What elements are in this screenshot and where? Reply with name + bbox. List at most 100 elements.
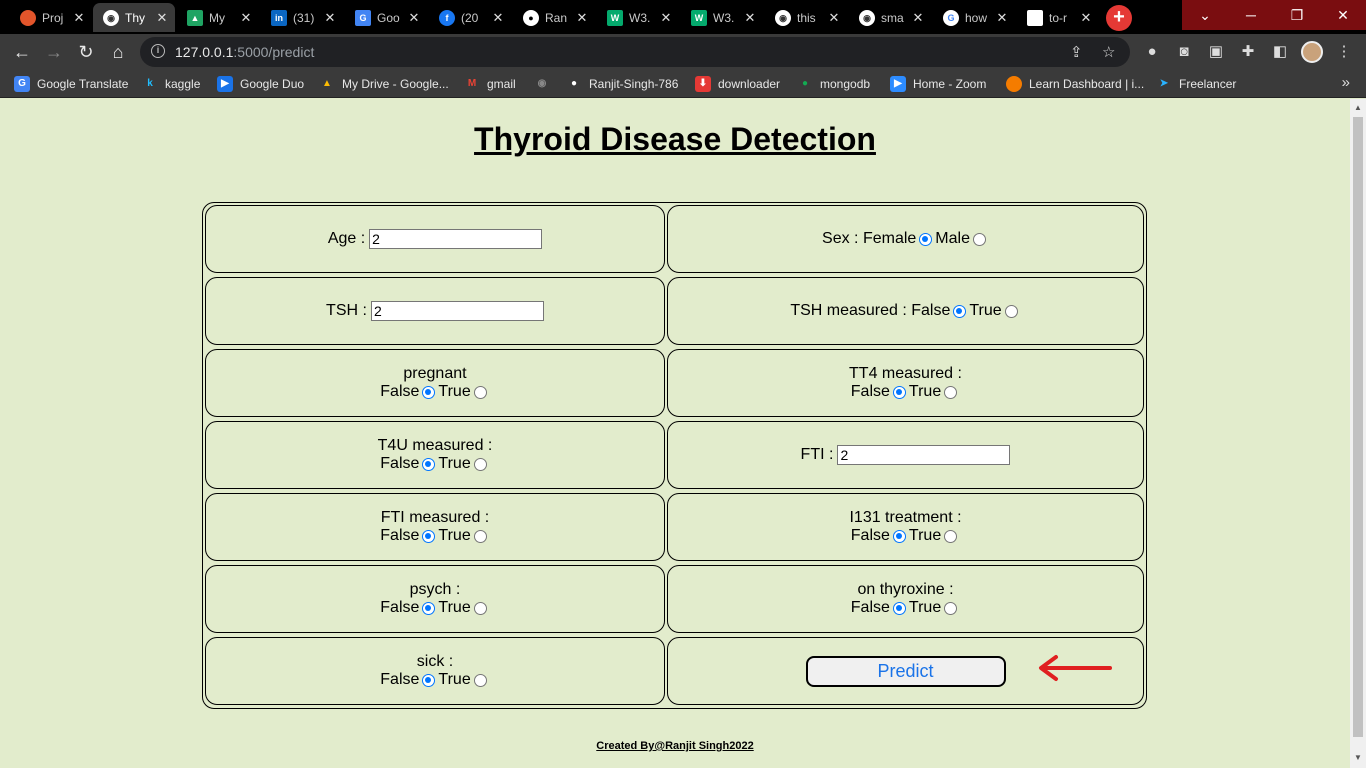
scroll-down-icon[interactable]: ▼	[1354, 753, 1362, 762]
bookmark-github[interactable]: ● Ranjit-Singh-786	[566, 76, 678, 92]
new-tab-button[interactable]: +	[1106, 5, 1132, 31]
share-icon[interactable]: ⇪	[1070, 43, 1083, 61]
camera-icon[interactable]: ◙	[1174, 42, 1194, 62]
psych-false-radio[interactable]	[422, 601, 436, 615]
browser-toolbar: ← → ↻ ⌂ i 127.0.0.1:5000/predict ⇪ ☆ ● ◙…	[0, 34, 1366, 70]
bookmark-globe[interactable]: ◉	[534, 76, 557, 92]
close-icon[interactable]: ✕	[491, 10, 505, 26]
tab-proj[interactable]: Proj ✕	[10, 3, 92, 32]
tab-facebook[interactable]: f (20 ✕	[429, 3, 511, 32]
tab-this[interactable]: ◉ this ✕	[765, 3, 847, 32]
bookmark-downloader[interactable]: ⬇ downloader	[695, 76, 780, 92]
address-bar[interactable]: i 127.0.0.1:5000/predict ⇪ ☆	[140, 37, 1130, 67]
bookmark-my-drive[interactable]: ▲ My Drive - Google...	[319, 76, 449, 92]
site-info-icon[interactable]: i	[151, 44, 165, 58]
extension-box-icon[interactable]: ▣	[1206, 42, 1226, 62]
tsh-cell: TSH :	[205, 277, 665, 345]
tab-my-drive[interactable]: ▲ My ✕	[177, 3, 259, 32]
tab-sma[interactable]: ◉ sma ✕	[849, 3, 931, 32]
back-icon[interactable]: ←	[10, 40, 34, 64]
tab-linkedin[interactable]: in (31) ✕	[261, 3, 343, 32]
close-icon[interactable]: ✕	[827, 10, 841, 26]
downloader-icon: ⬇	[695, 76, 711, 92]
forward-icon[interactable]: →	[42, 40, 66, 64]
pregnant-false-radio[interactable]	[422, 385, 436, 399]
sick-false-radio[interactable]	[422, 673, 436, 687]
pregnant-label: pregnant	[403, 365, 467, 382]
restore-icon[interactable]: ❐	[1274, 0, 1320, 30]
t4u-measured-true-radio[interactable]	[473, 457, 487, 471]
close-icon[interactable]: ✕	[239, 10, 253, 26]
fti-input[interactable]	[837, 445, 1011, 465]
bookmark-freelancer[interactable]: ➤ Freelancer	[1156, 76, 1237, 92]
close-icon[interactable]: ✕	[911, 10, 925, 26]
tab-thyroid[interactable]: ◉ Thy ✕	[93, 3, 175, 32]
bookmark-gmail[interactable]: Mgmail	[464, 76, 516, 92]
close-icon[interactable]: ✕	[155, 10, 169, 26]
tab-github[interactable]: ● Ran ✕	[513, 3, 595, 32]
close-icon[interactable]: ✕	[407, 10, 421, 26]
tsh-measured-false-radio[interactable]	[953, 304, 967, 318]
bookmark-kaggle[interactable]: k kaggle	[142, 76, 200, 92]
tsh-measured-true-radio[interactable]	[1004, 304, 1018, 318]
tsh-input[interactable]	[370, 301, 544, 321]
fti-measured-false-radio[interactable]	[422, 529, 436, 543]
sex-female-radio[interactable]	[919, 232, 933, 246]
page-content: Thyroid Disease Detection Age : Sex : Fe…	[0, 99, 1350, 768]
false-label: False	[380, 671, 420, 688]
tab-how[interactable]: G how ✕	[933, 3, 1015, 32]
age-input[interactable]	[369, 229, 543, 249]
close-icon[interactable]: ✕	[575, 10, 589, 26]
on-thyroxine-false-radio[interactable]	[892, 601, 906, 615]
tab-w3schools-2[interactable]: W W3. ✕	[681, 3, 763, 32]
tt4-measured-false-radio[interactable]	[892, 385, 906, 399]
bookmarks-bar: G Google Translate k kaggle ▶ Google Duo ▲ M…	[0, 70, 1366, 98]
bookmark-learn-dashboard[interactable]: Learn Dashboard | i...	[1006, 76, 1144, 92]
close-icon[interactable]: ✕	[323, 10, 337, 26]
t4u-measured-false-radio[interactable]	[422, 457, 436, 471]
bookmark-star-icon[interactable]: ☆	[1102, 43, 1115, 61]
tab-w3schools-1[interactable]: W W3. ✕	[597, 3, 679, 32]
fti-label: FTI :	[800, 446, 834, 463]
i131-treatment-false-radio[interactable]	[892, 529, 906, 543]
tab-search-icon[interactable]: ⌄	[1182, 0, 1228, 30]
i131-treatment-true-radio[interactable]	[944, 529, 958, 543]
scrollbar-thumb[interactable]	[1353, 117, 1363, 737]
psych-true-radio[interactable]	[473, 601, 487, 615]
close-icon[interactable]: ✕	[72, 10, 86, 26]
side-panel-icon[interactable]: ◧	[1270, 42, 1290, 62]
tab-google-translate[interactable]: G Goo ✕	[345, 3, 427, 32]
predict-button[interactable]: Predict	[805, 655, 1006, 687]
tab-to-r[interactable]: to-r ✕	[1017, 3, 1099, 32]
tt4-measured-true-radio[interactable]	[944, 385, 958, 399]
bookmark-google-translate[interactable]: G Google Translate	[14, 76, 128, 92]
profile-avatar[interactable]	[1301, 41, 1323, 63]
close-icon[interactable]: ✕	[659, 10, 673, 26]
close-icon[interactable]: ✕	[1079, 10, 1093, 26]
page-scrollbar[interactable]: ▲ ▼	[1350, 99, 1366, 768]
bookmark-zoom[interactable]: ▶ Home - Zoom	[890, 76, 986, 92]
home-icon[interactable]: ⌂	[106, 40, 130, 64]
extension-pin-icon[interactable]: ●	[1142, 42, 1162, 62]
bookmarks-overflow-icon[interactable]: »	[1342, 74, 1350, 91]
close-icon[interactable]: ✕	[743, 10, 757, 26]
globe-icon: ◉	[537, 78, 547, 89]
scroll-up-icon[interactable]: ▲	[1354, 103, 1362, 112]
sex-female-label: Female	[862, 230, 917, 247]
on-thyroxine-true-radio[interactable]	[944, 601, 958, 615]
sex-male-radio[interactable]	[972, 232, 986, 246]
reload-icon[interactable]: ↻	[74, 40, 98, 64]
psych-label: psych :	[409, 581, 461, 598]
pregnant-true-radio[interactable]	[473, 385, 487, 399]
extensions-puzzle-icon[interactable]: ✚	[1238, 42, 1258, 62]
menu-kebab-icon[interactable]: ⋮	[1334, 42, 1354, 62]
w3schools-favicon-icon: W	[607, 9, 623, 26]
true-label: True	[908, 599, 942, 616]
bookmark-google-duo[interactable]: ▶ Google Duo	[217, 76, 304, 92]
bookmark-mongodb[interactable]: ● mongodb	[797, 76, 870, 92]
minimize-icon[interactable]: ─	[1228, 0, 1274, 30]
close-icon[interactable]: ✕	[995, 10, 1009, 26]
window-close-icon[interactable]: ✕	[1320, 0, 1366, 30]
sick-true-radio[interactable]	[473, 673, 487, 687]
fti-measured-true-radio[interactable]	[473, 529, 487, 543]
